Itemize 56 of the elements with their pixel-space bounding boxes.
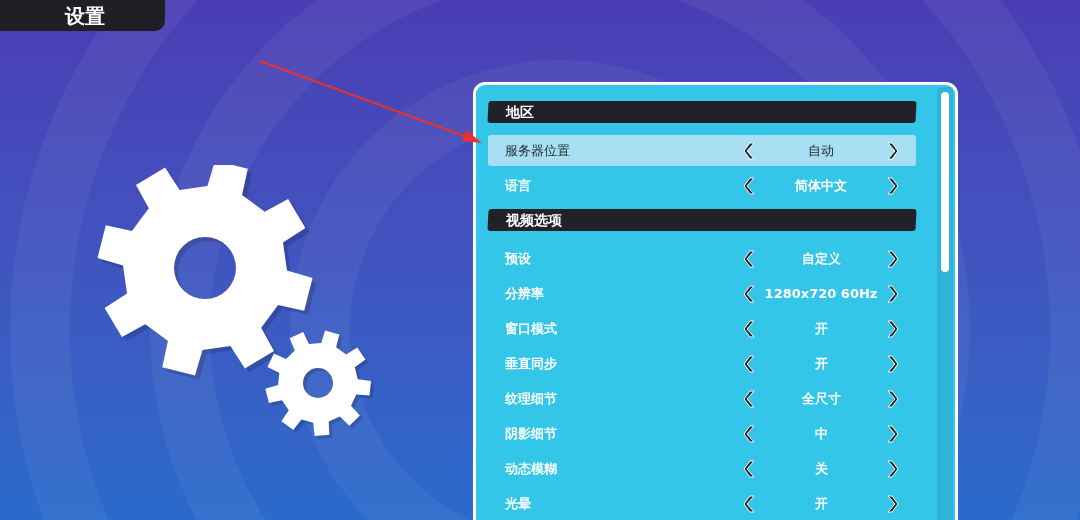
setting-label: 纹理细节 bbox=[504, 389, 558, 408]
next-arrow-icon[interactable] bbox=[885, 284, 899, 303]
setting-label: 光晕 bbox=[504, 494, 532, 513]
setting-label: 语言 bbox=[503, 176, 532, 195]
setting-row[interactable]: 阴影细节 中 bbox=[488, 418, 916, 449]
previous-arrow-icon[interactable] bbox=[743, 176, 757, 195]
previous-arrow-icon[interactable] bbox=[743, 389, 757, 408]
setting-label: 服务器位置 bbox=[504, 141, 571, 160]
setting-value: 开 bbox=[813, 319, 829, 338]
setting-label: 预设 bbox=[504, 249, 532, 268]
setting-row[interactable]: 动态模糊 关 bbox=[488, 453, 916, 484]
next-arrow-icon[interactable] bbox=[885, 424, 899, 443]
setting-value: 全尺寸 bbox=[800, 389, 842, 408]
next-arrow-icon[interactable] bbox=[885, 141, 899, 160]
scrollbar-track[interactable] bbox=[937, 87, 953, 520]
previous-arrow-icon[interactable] bbox=[743, 141, 757, 160]
setting-label: 阴影细节 bbox=[504, 424, 558, 443]
next-arrow-icon[interactable] bbox=[885, 389, 899, 408]
setting-row[interactable]: 光晕 开 bbox=[488, 488, 916, 519]
section-title: 地区 bbox=[504, 102, 534, 122]
setting-row[interactable]: 预设 自定义 bbox=[488, 243, 916, 274]
setting-value: 自动 bbox=[807, 141, 835, 160]
setting-value: 中 bbox=[813, 424, 829, 443]
setting-row[interactable]: 语言 简体中文 bbox=[488, 170, 916, 201]
previous-arrow-icon[interactable] bbox=[743, 319, 757, 338]
previous-arrow-icon[interactable] bbox=[743, 249, 757, 268]
next-arrow-icon[interactable] bbox=[885, 354, 899, 373]
previous-arrow-icon[interactable] bbox=[743, 459, 757, 478]
previous-arrow-icon[interactable] bbox=[743, 494, 757, 513]
next-arrow-icon[interactable] bbox=[885, 459, 899, 478]
next-arrow-icon[interactable] bbox=[885, 494, 899, 513]
setting-row[interactable]: 纹理细节 全尺寸 bbox=[488, 383, 916, 414]
setting-value: 关 bbox=[813, 459, 829, 478]
setting-value: 1280x720 60Hz bbox=[763, 284, 879, 303]
next-arrow-icon[interactable] bbox=[885, 319, 899, 338]
setting-value: 开 bbox=[813, 494, 829, 513]
previous-arrow-icon[interactable] bbox=[743, 284, 757, 303]
previous-arrow-icon[interactable] bbox=[743, 424, 757, 443]
next-arrow-icon[interactable] bbox=[885, 176, 899, 195]
previous-arrow-icon[interactable] bbox=[743, 354, 757, 373]
setting-row[interactable]: 垂直同步 开 bbox=[488, 348, 916, 379]
setting-value: 简体中文 bbox=[794, 176, 848, 195]
setting-label: 窗口模式 bbox=[504, 319, 558, 338]
setting-row[interactable]: 窗口模式 开 bbox=[488, 313, 916, 344]
setting-value: 开 bbox=[813, 354, 829, 373]
scrollbar-thumb[interactable] bbox=[941, 92, 949, 272]
setting-row[interactable]: 分辨率 1280x720 60Hz bbox=[488, 278, 916, 309]
setting-label: 分辨率 bbox=[504, 284, 545, 303]
gears-icon bbox=[96, 165, 376, 440]
next-arrow-icon[interactable] bbox=[885, 249, 899, 268]
setting-label: 动态模糊 bbox=[504, 459, 558, 478]
section-title: 视频选项 bbox=[505, 210, 562, 230]
page-title: 设置 bbox=[65, 2, 105, 30]
setting-value: 自定义 bbox=[800, 249, 842, 268]
setting-row[interactable]: 服务器位置 自动 bbox=[488, 135, 916, 166]
setting-label: 垂直同步 bbox=[504, 354, 558, 373]
